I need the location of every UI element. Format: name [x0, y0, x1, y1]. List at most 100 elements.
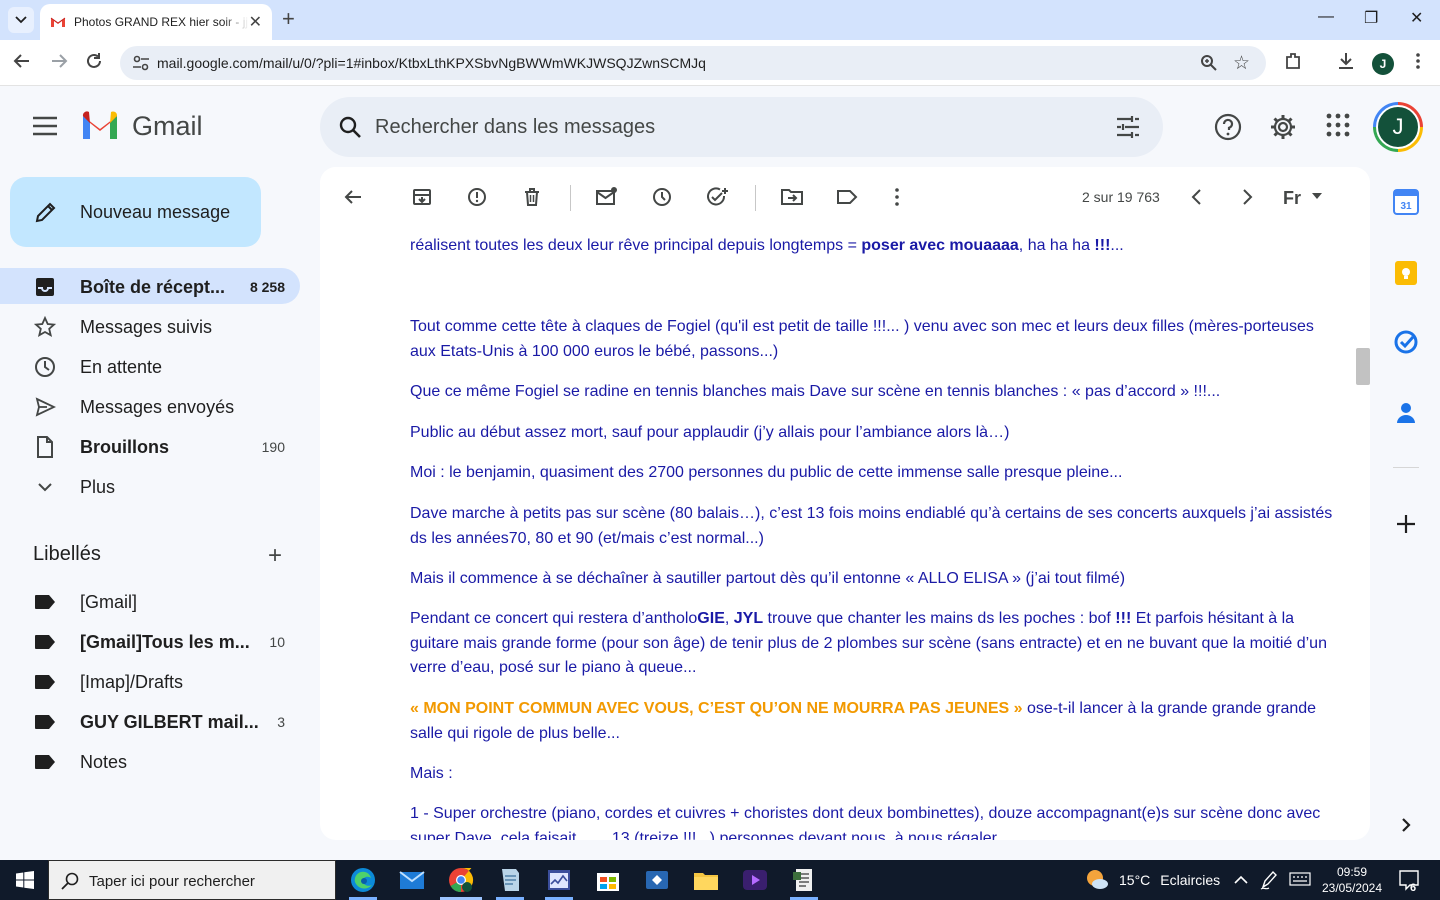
newer-chevron-left-icon[interactable] [1190, 187, 1204, 207]
downloads-icon[interactable] [1336, 51, 1356, 76]
add-task-icon[interactable] [707, 187, 729, 207]
search-icon[interactable] [338, 115, 362, 139]
sidebar-item-inbox[interactable]: Boîte de récept... 8 258 [0, 268, 300, 304]
toolbar-divider [570, 185, 571, 211]
message-paragraph: Pendant ce concert qui restera d’antholo… [410, 610, 1327, 676]
browser-menu-icon[interactable] [1410, 51, 1426, 76]
windows-start-icon[interactable] [16, 871, 34, 889]
message-paragraph: Mais : [410, 765, 453, 782]
sidebar-item-starred[interactable]: Messages suivis [0, 308, 300, 344]
label-tag-icon [34, 711, 56, 733]
label-item[interactable]: GUY GILBERT mail... 3 [0, 703, 300, 739]
search-options-icon[interactable] [1115, 114, 1141, 140]
input-language-button[interactable]: Fr [1283, 188, 1301, 209]
chrome-icon[interactable] [447, 866, 475, 894]
maximize-button[interactable]: ❐ [1364, 8, 1378, 28]
edge-browser-icon[interactable] [349, 866, 377, 894]
keyboard-icon[interactable] [1289, 872, 1311, 889]
clock-time: 09:59 [1336, 865, 1368, 879]
browser-tab-bar: Photos GRAND REX hier soir - jj ✕ + — ❐ … [0, 0, 1440, 40]
settings-gear-icon[interactable] [1269, 113, 1297, 146]
bookmark-star-icon[interactable]: ☆ [1233, 52, 1250, 75]
mail-search-bar[interactable]: Rechercher dans les messages [320, 97, 1163, 157]
snooze-clock-icon[interactable] [652, 187, 672, 207]
task-manager-icon[interactable] [545, 866, 573, 894]
message-paragraph: « MON POINT COMMUN AVEC VOUS, C’EST QU’O… [410, 700, 1317, 742]
main-menu-icon[interactable] [33, 116, 57, 136]
sidebar-item-count: 8 258 [249, 279, 285, 295]
reload-icon[interactable] [85, 52, 103, 75]
taskbar-clock[interactable]: 09:59 23/05/2024 [1318, 864, 1386, 896]
draft-icon [34, 436, 56, 458]
google-contacts-icon[interactable] [1393, 399, 1419, 425]
label-count: 3 [277, 714, 285, 730]
browser-toolbar: mail.google.com/mail/u/0/?pli=1#inbox/Kt… [0, 40, 1440, 86]
minimize-button[interactable]: — [1318, 8, 1334, 26]
scrollbar-thumb[interactable] [1356, 348, 1370, 385]
add-label-icon[interactable]: + [268, 542, 282, 570]
document-app-icon[interactable] [790, 866, 818, 894]
media-player-icon[interactable] [741, 866, 769, 894]
label-tag-icon [34, 671, 56, 693]
labels-heading: Libellés [33, 543, 101, 565]
label-name: GUY GILBERT mail... [80, 712, 259, 732]
sidebar-item-snoozed[interactable]: En attente [0, 348, 300, 384]
back-to-inbox-icon[interactable] [343, 187, 363, 207]
show-hidden-icons-chevron-up-icon[interactable] [1234, 872, 1248, 888]
label-item[interactable]: Notes [0, 743, 300, 779]
sidebar-item-sent[interactable]: Messages envoyés [0, 388, 300, 424]
label-name: Notes [80, 752, 128, 772]
gmail-logo-icon[interactable] [80, 110, 120, 142]
help-icon[interactable] [1214, 113, 1242, 146]
store-app-icon[interactable] [594, 866, 622, 894]
sidebar-item-label: Messages envoyés [80, 397, 235, 417]
close-window-button[interactable]: ✕ [1410, 8, 1423, 28]
google-calendar-icon[interactable]: 31 [1393, 189, 1419, 215]
sidebar-item-drafts[interactable]: Brouillons 190 [0, 428, 300, 464]
mail-app-icon[interactable] [398, 866, 426, 894]
pen-input-icon[interactable] [1260, 870, 1278, 893]
delete-trash-icon[interactable] [522, 187, 542, 207]
search-input[interactable]: Rechercher dans les messages [375, 116, 655, 139]
label-item[interactable]: [Gmail]Tous les m... 10 [0, 623, 300, 659]
sidebar-item-label: Plus [80, 477, 116, 497]
back-arrow-icon[interactable] [13, 52, 31, 75]
message-paragraph: Mais il commence à se déchaîner à sautil… [410, 570, 1126, 587]
mark-unread-icon[interactable] [596, 187, 618, 207]
get-addons-plus-icon[interactable] [1393, 511, 1419, 537]
label-item[interactable]: [Imap]/Drafts [0, 663, 300, 699]
notification-center-icon[interactable] [1397, 868, 1421, 892]
show-side-panel-chevron-icon[interactable] [1393, 812, 1419, 838]
report-spam-icon[interactable] [467, 187, 487, 207]
compose-button[interactable]: Nouveau message [10, 177, 261, 247]
address-bar[interactable]: mail.google.com/mail/u/0/?pli=1#inbox/Kt… [120, 46, 1266, 80]
apps-grid-icon[interactable] [1326, 113, 1350, 142]
label-item[interactable]: [Gmail] [0, 583, 300, 619]
label-icon[interactable] [836, 187, 858, 207]
notepad-app-icon[interactable] [496, 866, 524, 894]
new-tab-button[interactable]: + [282, 8, 295, 30]
google-keep-icon[interactable] [1393, 260, 1419, 286]
close-tab-icon[interactable]: ✕ [249, 12, 262, 32]
language-dropdown-icon[interactable] [1312, 193, 1322, 199]
taskbar-search-box[interactable]: Taper ici pour rechercher [48, 860, 336, 900]
site-settings-icon[interactable] [132, 54, 150, 72]
extensions-icon[interactable] [1283, 51, 1303, 76]
browser-profile-avatar[interactable]: J [1372, 53, 1394, 75]
older-chevron-right-icon[interactable] [1240, 187, 1254, 207]
more-options-icon[interactable] [891, 187, 903, 207]
network-app-icon[interactable] [643, 866, 671, 894]
forward-arrow-icon[interactable] [50, 52, 68, 75]
sidebar-item-more[interactable]: Plus [0, 468, 300, 504]
account-avatar[interactable]: J [1373, 102, 1423, 152]
url-text: mail.google.com/mail/u/0/?pli=1#inbox/Kt… [157, 55, 706, 71]
tab-search-button[interactable] [8, 7, 34, 33]
file-explorer-icon[interactable] [692, 866, 720, 894]
weather-widget[interactable]: 15°C Eclaircies [1085, 868, 1220, 892]
move-to-folder-icon[interactable] [781, 187, 803, 207]
windows-taskbar: Taper ici pour rechercher 15°C Eclaircie… [0, 860, 1440, 900]
google-tasks-icon[interactable] [1393, 329, 1419, 355]
browser-tab-active[interactable]: Photos GRAND REX hier soir - jj ✕ [40, 4, 272, 40]
archive-icon[interactable] [412, 187, 432, 207]
zoom-icon[interactable] [1200, 54, 1218, 72]
